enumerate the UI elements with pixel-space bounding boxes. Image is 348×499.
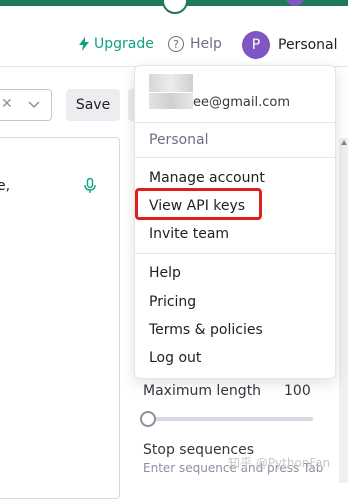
watermark: 知乎 @PythonFan — [228, 456, 331, 470]
help-circle-icon: ? — [168, 36, 184, 52]
help-label: Help — [190, 36, 222, 52]
highlight-box — [135, 188, 262, 220]
chevron-down-icon — [28, 101, 40, 109]
menu-divider — [135, 122, 335, 123]
redacted-email-block — [149, 93, 193, 109]
header-bar: Upgrade ? Help P Personal — [0, 6, 348, 67]
prompt-editor[interactable]: e, — [0, 137, 120, 499]
max-length-slider-track[interactable] — [147, 417, 313, 421]
max-length-slider-thumb[interactable] — [140, 411, 156, 427]
redacted-email-block — [149, 74, 193, 92]
scroll-up-arrow[interactable] — [341, 140, 347, 145]
editor-text: e, — [0, 178, 11, 194]
menu-divider — [135, 157, 335, 158]
organization-item[interactable]: Personal — [149, 132, 209, 148]
scrollbar[interactable] — [339, 138, 348, 483]
menu-item-pricing[interactable]: Pricing — [149, 294, 196, 310]
microphone-icon[interactable] — [84, 178, 96, 194]
account-button[interactable]: P Personal — [242, 31, 338, 59]
max-length-value[interactable]: 100 — [284, 383, 311, 399]
menu-item-manage-account[interactable]: Manage account — [149, 170, 265, 186]
account-name: Personal — [278, 37, 338, 53]
menu-item-terms[interactable]: Terms & policies — [149, 322, 263, 338]
upgrade-link[interactable]: Upgrade — [78, 36, 154, 52]
menu-divider — [135, 253, 335, 254]
save-button[interactable]: Save — [66, 89, 120, 121]
menu-item-log-out[interactable]: Log out — [149, 350, 201, 366]
preset-select[interactable]: ✕ — [0, 89, 52, 121]
help-link[interactable]: ? Help — [168, 36, 222, 52]
avatar: P — [242, 31, 270, 59]
upgrade-label: Upgrade — [94, 36, 154, 52]
clear-icon[interactable]: ✕ — [1, 96, 13, 112]
bolt-icon — [79, 37, 89, 51]
account-email: ee@gmail.com — [193, 95, 290, 110]
menu-item-help[interactable]: Help — [149, 265, 181, 281]
max-length-label: Maximum length — [143, 383, 262, 399]
account-dropdown-menu: ee@gmail.com Personal Manage account Vie… — [134, 65, 336, 379]
menu-item-invite-team[interactable]: Invite team — [149, 226, 229, 242]
